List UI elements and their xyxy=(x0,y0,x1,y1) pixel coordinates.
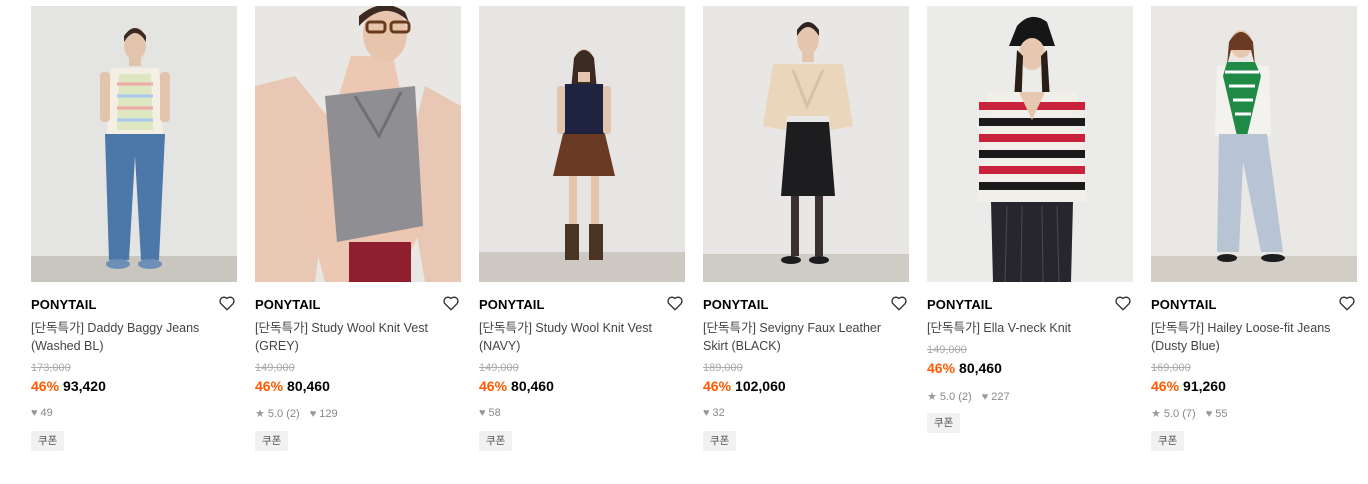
review-count: (7) xyxy=(1182,407,1196,420)
brand-name[interactable]: PONYTAIL xyxy=(31,297,97,312)
discount-rate: 46% xyxy=(927,360,956,376)
product-image[interactable] xyxy=(479,6,685,282)
rating: 5.0 xyxy=(1163,407,1180,420)
product-name[interactable]: [단독특가] Daddy Baggy Jeans (Washed BL) xyxy=(31,319,237,355)
coupon-badge: 쿠폰 xyxy=(479,431,513,451)
star-icon: ★ xyxy=(1151,408,1161,420)
heart-icon[interactable] xyxy=(442,294,460,312)
product-meta: ♥ 58 xyxy=(479,407,501,419)
product-image[interactable] xyxy=(255,6,461,282)
product-name[interactable]: [단독특가] Sevigny Faux Leather Skirt (BLACK… xyxy=(703,319,909,355)
heart-icon[interactable] xyxy=(1114,294,1132,312)
price-line: 46% 80,460 xyxy=(479,378,554,394)
price-line: 46% 102,060 xyxy=(703,378,786,394)
rating: 5.0 xyxy=(267,407,284,420)
sale-price: 91,260 xyxy=(1183,378,1226,394)
price-line: 46% 93,420 xyxy=(31,378,106,394)
like-count-icon: ♥ xyxy=(981,390,989,403)
price-line: 46% 80,460 xyxy=(255,378,330,394)
coupon-badge: 쿠폰 xyxy=(255,431,289,451)
rating: 5.0 xyxy=(939,390,956,403)
star-icon: ★ xyxy=(255,408,265,420)
coupon-badge: 쿠폰 xyxy=(703,431,737,451)
heart-icon[interactable] xyxy=(666,294,684,312)
like-count-icon: ♥ xyxy=(1205,407,1213,420)
discount-rate: 46% xyxy=(1151,378,1180,394)
product-name[interactable]: [단독특가] Study Wool Knit Vest (NAVY) xyxy=(479,319,685,355)
discount-rate: 46% xyxy=(479,378,508,394)
heart-icon[interactable] xyxy=(1338,294,1356,312)
product-name[interactable]: [단독특가] Hailey Loose-fit Jeans (Dusty Blu… xyxy=(1151,319,1357,355)
like-count: 58 xyxy=(488,407,501,419)
coupon-badge: 쿠폰 xyxy=(1151,431,1185,451)
like-count: 129 xyxy=(319,407,338,420)
like-count: 32 xyxy=(712,407,725,419)
like-count-icon: ♥ xyxy=(703,407,710,419)
discount-rate: 46% xyxy=(703,378,732,394)
product-image[interactable] xyxy=(1151,6,1357,282)
price-line: 46% 91,260 xyxy=(1151,378,1226,394)
product-image[interactable] xyxy=(31,6,237,282)
brand-name[interactable]: PONYTAIL xyxy=(479,297,545,312)
like-count: 55 xyxy=(1215,407,1228,420)
original-price: 149,000 xyxy=(255,362,295,374)
sale-price: 80,460 xyxy=(511,378,554,394)
product-meta: ★ 5.0 (2) ♥ 227 xyxy=(927,390,1010,404)
sale-price: 102,060 xyxy=(735,378,786,394)
like-count-icon: ♥ xyxy=(479,407,486,419)
original-price: 173,000 xyxy=(31,362,71,374)
product-meta: ♥ 49 xyxy=(31,407,53,419)
brand-name[interactable]: PONYTAIL xyxy=(1151,297,1217,312)
original-price: 149,000 xyxy=(927,344,967,356)
price-line: 46% 80,460 xyxy=(927,360,1002,376)
coupon-badge: 쿠폰 xyxy=(927,413,961,433)
original-price: 149,000 xyxy=(479,362,519,374)
brand-name[interactable]: PONYTAIL xyxy=(703,297,769,312)
product-image[interactable] xyxy=(927,6,1133,282)
product-name[interactable]: [단독특가] Ella V-neck Knit xyxy=(927,319,1133,337)
discount-rate: 46% xyxy=(255,378,284,394)
review-count: (2) xyxy=(958,390,972,403)
sale-price: 80,460 xyxy=(287,378,330,394)
discount-rate: 46% xyxy=(31,378,60,394)
like-count: 227 xyxy=(991,390,1010,403)
product-meta: ★ 5.0 (7) ♥ 55 xyxy=(1151,407,1228,421)
star-icon: ★ xyxy=(927,391,937,403)
product-grid: PONYTAIL [단독특가] Daddy Baggy Jeans (Washe… xyxy=(31,6,1357,466)
brand-name[interactable]: PONYTAIL xyxy=(255,297,321,312)
product-meta: ★ 5.0 (2) ♥ 129 xyxy=(255,407,338,421)
product-image[interactable] xyxy=(703,6,909,282)
coupon-badge: 쿠폰 xyxy=(31,431,65,451)
like-count: 49 xyxy=(40,407,53,419)
review-count: (2) xyxy=(286,407,300,420)
sale-price: 80,460 xyxy=(959,360,1002,376)
heart-icon[interactable] xyxy=(890,294,908,312)
original-price: 169,000 xyxy=(1151,362,1191,374)
original-price: 189,000 xyxy=(703,362,743,374)
like-count-icon: ♥ xyxy=(309,407,317,420)
like-count-icon: ♥ xyxy=(31,407,38,419)
sale-price: 93,420 xyxy=(63,378,106,394)
product-name[interactable]: [단독특가] Study Wool Knit Vest (GREY) xyxy=(255,319,461,355)
product-meta: ♥ 32 xyxy=(703,407,725,419)
heart-icon[interactable] xyxy=(218,294,236,312)
brand-name[interactable]: PONYTAIL xyxy=(927,297,993,312)
